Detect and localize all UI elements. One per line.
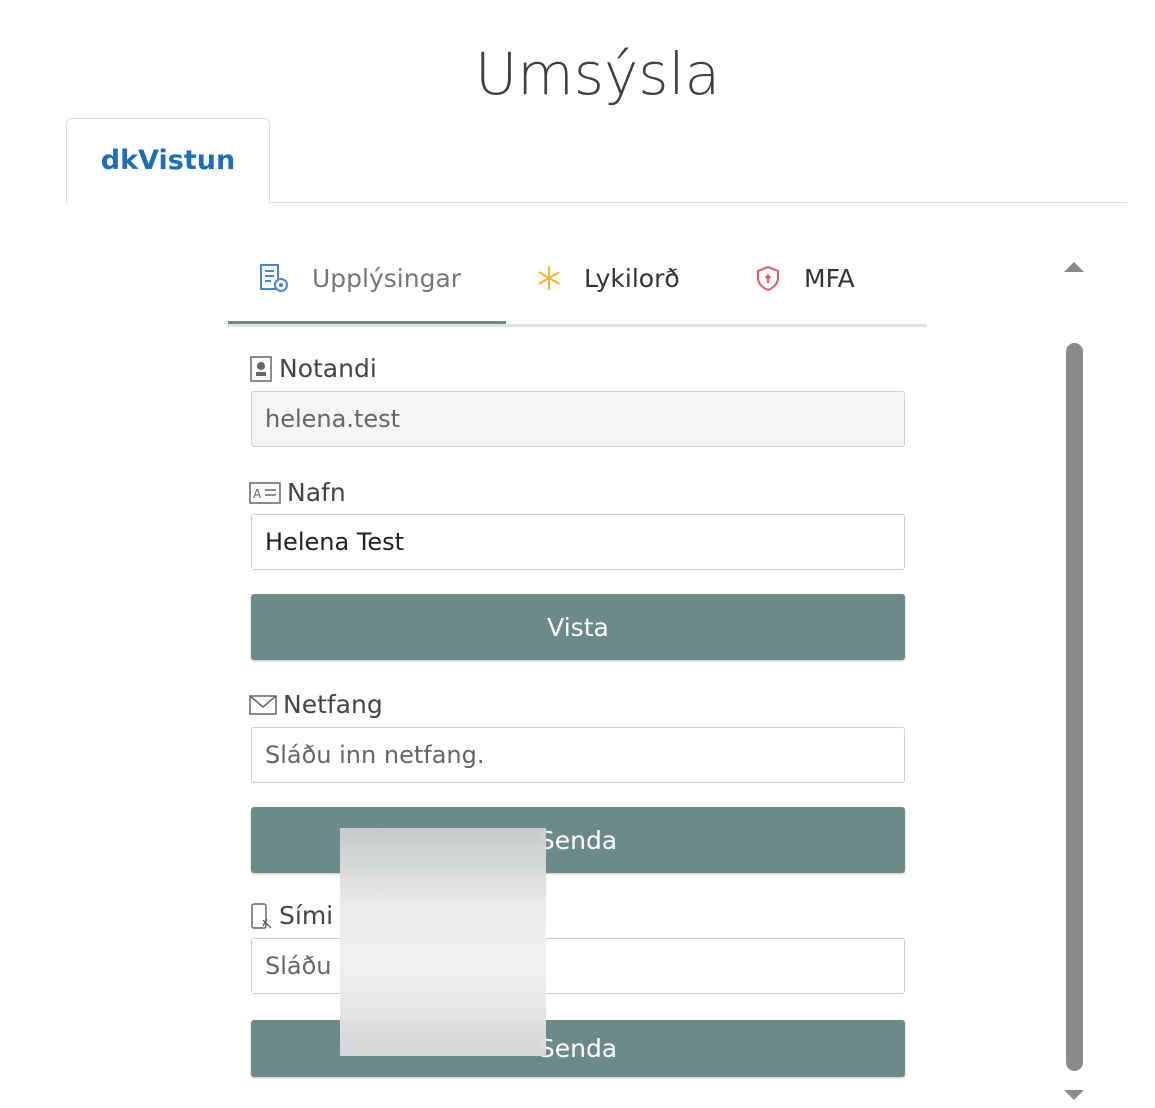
tab-upplysingar[interactable]: Upplýsingar: [258, 256, 461, 300]
scroll-up-arrow-icon[interactable]: [1064, 262, 1084, 272]
scroll-down-arrow-icon[interactable]: [1064, 1090, 1084, 1100]
tab-mfa[interactable]: MFA: [754, 256, 855, 300]
tab-mfa-label: MFA: [804, 263, 855, 293]
username-label: Notandi: [249, 354, 377, 383]
username-value: helena.test: [265, 405, 401, 433]
asterisk-icon: [536, 265, 562, 291]
tab-lykilord[interactable]: Lykilorð: [536, 256, 680, 300]
phone-label-text: Sími: [279, 901, 334, 930]
document-settings-icon: [258, 262, 290, 294]
tab-lykilord-label: Lykilorð: [584, 263, 680, 293]
tab-upplysingar-label: Upplýsingar: [312, 263, 462, 293]
name-field[interactable]: Helena Test: [251, 514, 905, 570]
envelope-icon: [249, 694, 277, 716]
phone-icon: [249, 902, 273, 930]
save-button[interactable]: Vista: [251, 594, 905, 660]
tab-dkvistun[interactable]: dkVistun: [66, 118, 270, 203]
tab-dkvistun-label: dkVistun: [100, 145, 236, 176]
shield-icon: [754, 264, 782, 292]
name-value: Helena Test: [265, 528, 405, 556]
user-badge-icon: [249, 355, 273, 383]
scrollbar-thumb[interactable]: [1066, 343, 1083, 1071]
svg-text:A: A: [253, 487, 262, 501]
email-field[interactable]: Sláðu inn netfang.: [251, 727, 905, 783]
name-label-text: Nafn: [287, 478, 346, 507]
name-label: A Nafn: [249, 478, 346, 507]
email-placeholder: Sláðu inn netfang.: [265, 741, 485, 769]
redaction-overlay: [340, 828, 546, 1056]
id-card-icon: A: [249, 481, 281, 504]
email-label-text: Netfang: [283, 690, 383, 719]
phone-placeholder: Sláðu i: [265, 952, 346, 980]
phone-label: Sími: [249, 901, 333, 930]
page-title: Umsýsla: [474, 40, 721, 108]
email-label: Netfang: [249, 690, 383, 719]
username-label-text: Notandi: [279, 354, 377, 383]
username-field[interactable]: helena.test: [251, 391, 905, 447]
active-tab-indicator: [228, 321, 506, 324]
